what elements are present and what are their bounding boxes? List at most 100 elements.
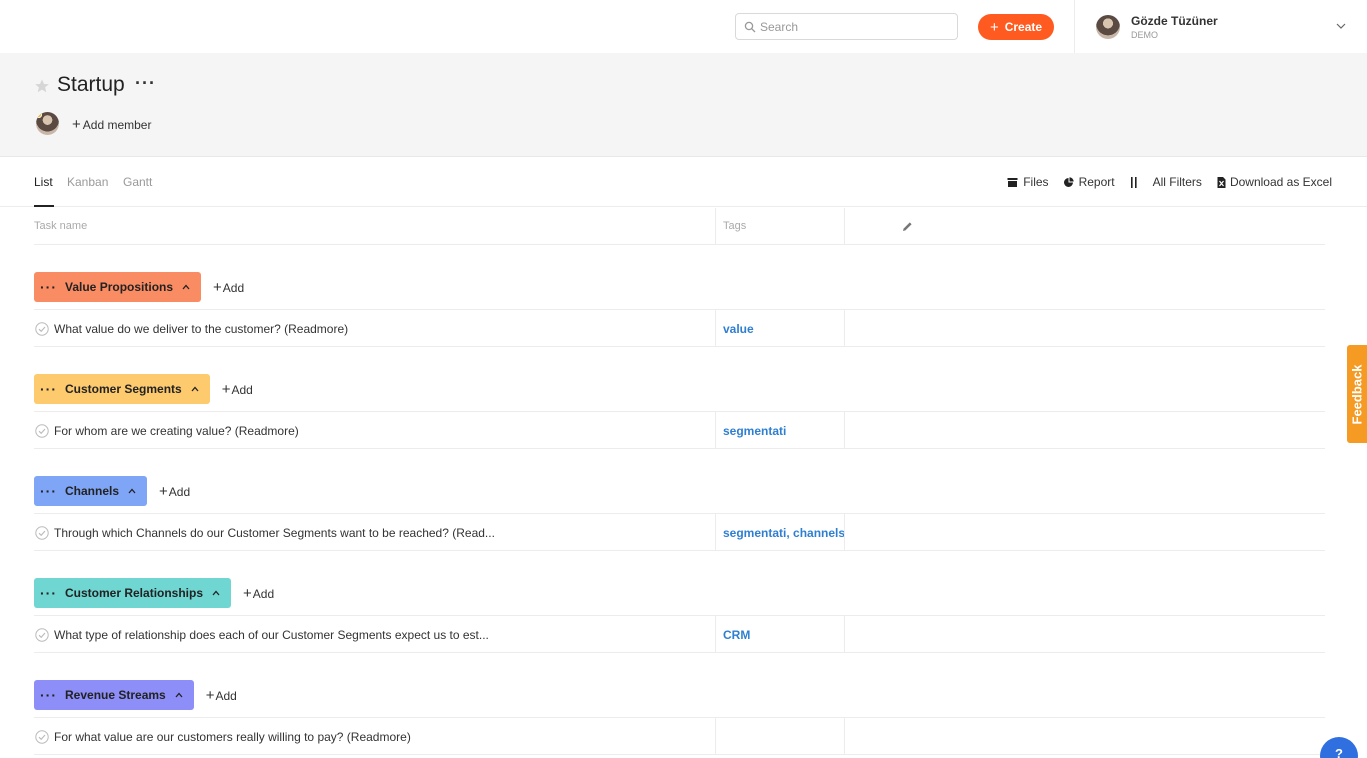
table-row: Through which Channels do our Customer S…: [34, 513, 1325, 551]
task-tags[interactable]: CRM: [723, 628, 750, 642]
chevron-up-icon: [212, 590, 220, 596]
plus-icon: +: [159, 482, 168, 500]
user-menu[interactable]: Gözde Tüzüner DEMO: [1096, 14, 1218, 40]
table-row: What value do we deliver to the customer…: [34, 309, 1325, 347]
add-member-label: Add member: [82, 118, 152, 132]
files-label: Files: [1023, 175, 1049, 189]
star-icon[interactable]: [34, 78, 50, 94]
group-pill-customer-segments[interactable]: ··· Customer Segments: [34, 374, 210, 404]
task-title[interactable]: Through which Channels do our Customer S…: [54, 526, 495, 540]
group-pill-customer-relationships[interactable]: ··· Customer Relationships: [34, 578, 232, 608]
divider: [1074, 0, 1075, 53]
search-input[interactable]: [760, 19, 950, 34]
group-pill-channels[interactable]: ··· Channels: [34, 476, 148, 506]
table-row: For whom are we creating value? (Readmor…: [34, 411, 1325, 449]
excel-file-icon: [1217, 176, 1226, 188]
chevron-up-icon: [175, 692, 183, 698]
project-header: Startup ··· + Add member: [0, 53, 1367, 157]
check-circle-icon[interactable]: [35, 424, 49, 438]
plus-icon: +: [243, 584, 252, 602]
feedback-tab[interactable]: Feedback: [1347, 345, 1367, 443]
active-tab-indicator: [34, 205, 54, 207]
download-excel-button[interactable]: Download as Excel: [1216, 175, 1332, 189]
add-task-label: Add: [231, 382, 253, 397]
column-divider: [844, 718, 845, 754]
table-header: Task name Tags: [34, 208, 1325, 245]
all-filters-button[interactable]: All Filters: [1129, 175, 1202, 189]
column-divider: [715, 616, 716, 652]
user-name: Gözde Tüzüner: [1131, 14, 1218, 28]
chevron-down-icon[interactable]: [1336, 21, 1346, 31]
add-task-button[interactable]: +Add: [213, 279, 244, 296]
more-dots-icon: ···: [40, 687, 57, 703]
chevron-up-icon: [128, 488, 136, 494]
column-task-name: Task name: [34, 220, 88, 232]
folder-icon: [1007, 177, 1018, 187]
add-task-button[interactable]: +Add: [206, 687, 237, 704]
check-circle-icon[interactable]: [35, 322, 49, 336]
add-task-label: Add: [222, 280, 245, 295]
report-button[interactable]: Report: [1063, 175, 1115, 189]
column-tags: Tags: [723, 220, 747, 232]
task-title[interactable]: What value do we deliver to the customer…: [54, 322, 348, 336]
add-task-button[interactable]: +Add: [243, 585, 274, 602]
pencil-icon[interactable]: [902, 221, 913, 232]
help-button[interactable]: ?: [1320, 737, 1358, 758]
plus-icon: +: [205, 686, 215, 704]
add-task-label: Add: [168, 484, 191, 499]
group-pill-revenue-streams[interactable]: ··· Revenue Streams: [34, 680, 194, 710]
group-header: ··· Value Propositions +Add: [34, 272, 244, 302]
task-tags[interactable]: value: [723, 322, 754, 336]
project-more-button[interactable]: ···: [135, 73, 156, 94]
tab-gantt[interactable]: Gantt: [123, 175, 152, 189]
add-task-button[interactable]: +Add: [222, 381, 253, 398]
plus-icon: +: [72, 116, 81, 133]
group-name: Revenue Streams: [65, 688, 166, 702]
search-box[interactable]: [735, 13, 958, 40]
user-avatar: [1096, 15, 1120, 39]
check-circle-icon[interactable]: [35, 730, 49, 744]
group-header: ··· Customer Segments +Add: [34, 374, 253, 404]
table-row: For what value are our customers really …: [34, 717, 1325, 755]
task-tags[interactable]: segmentati, channels: [723, 526, 845, 540]
add-task-button[interactable]: +Add: [159, 483, 190, 500]
files-button[interactable]: Files: [1007, 175, 1049, 189]
plus-icon: +: [989, 18, 999, 36]
search-icon: [744, 21, 756, 32]
column-divider: [844, 310, 845, 346]
tab-kanban[interactable]: Kanban: [67, 175, 108, 189]
group-pill-value-propositions[interactable]: ··· Value Propositions: [34, 272, 202, 302]
task-title[interactable]: For whom are we creating value? (Readmor…: [54, 424, 299, 438]
group-header: ··· Revenue Streams +Add: [34, 680, 237, 710]
user-organization: DEMO: [1131, 30, 1158, 40]
more-dots-icon: ···: [40, 585, 57, 601]
table-row: What type of relationship does each of o…: [34, 615, 1325, 653]
add-member-button[interactable]: + Add member: [72, 116, 151, 133]
create-button[interactable]: + Create: [978, 14, 1054, 40]
task-title[interactable]: For what value are our customers really …: [54, 730, 411, 744]
check-circle-icon[interactable]: [35, 526, 49, 540]
member-avatar[interactable]: [36, 112, 59, 135]
task-title[interactable]: What type of relationship does each of o…: [54, 628, 489, 642]
more-dots-icon: ···: [40, 381, 57, 397]
tab-list[interactable]: List: [34, 175, 53, 189]
view-toolbar: Files Report All Filters Download as Exc…: [1007, 175, 1332, 189]
group-name: Customer Relationships: [65, 586, 204, 600]
task-tags[interactable]: segmentati: [723, 424, 786, 438]
column-divider: [715, 208, 716, 245]
column-divider: [715, 718, 716, 754]
plus-icon: +: [221, 380, 231, 398]
view-tabs-bar: List Kanban Gantt Files Report All Filte…: [0, 158, 1367, 207]
all-filters-label: All Filters: [1152, 175, 1202, 189]
project-title: Startup: [57, 73, 125, 96]
top-bar: + Create Gözde Tüzüner DEMO: [0, 0, 1367, 53]
pie-chart-icon: [1063, 176, 1074, 187]
report-label: Report: [1078, 175, 1115, 189]
group-name: Customer Segments: [65, 382, 182, 396]
column-divider: [844, 616, 845, 652]
check-circle-icon[interactable]: [35, 628, 49, 642]
chevron-up-icon: [191, 386, 199, 392]
group-name: Value Propositions: [65, 280, 174, 294]
column-divider: [715, 412, 716, 448]
download-excel-label: Download as Excel: [1229, 175, 1332, 189]
